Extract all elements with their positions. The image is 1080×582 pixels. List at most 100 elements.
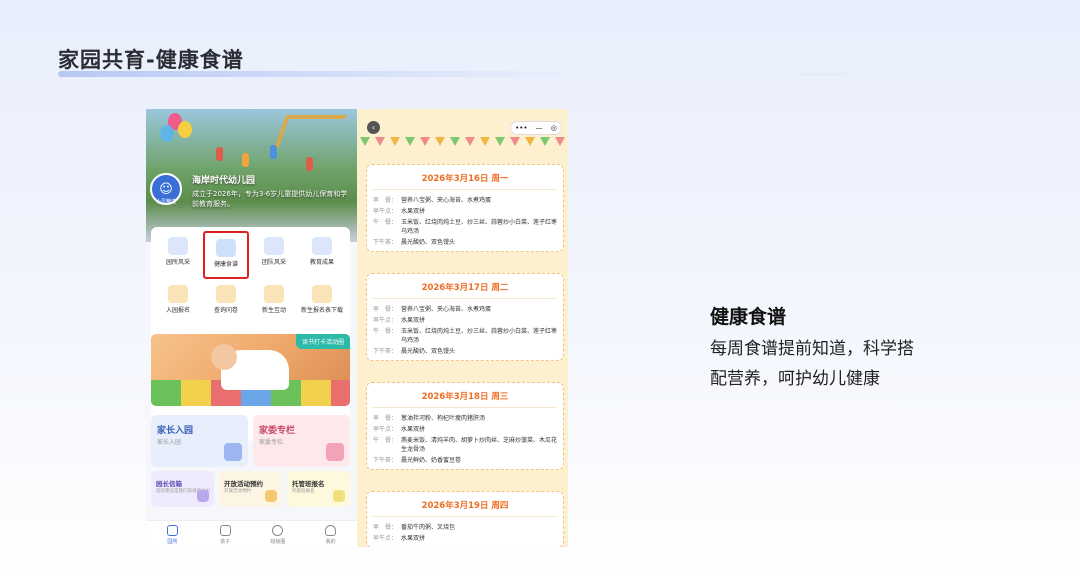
enroll-icon — [168, 285, 188, 303]
parent-icon — [224, 443, 242, 461]
meal-row: 午 餐： 燕麦米饭、清炖羊肉、胡萝卜炒肉丝、芝麻炒菠菜、木瓜花生龙骨汤 — [373, 437, 558, 453]
card-subtitle: 家委专栏 — [259, 439, 284, 446]
bunting-flag — [555, 137, 566, 146]
close-icon[interactable]: ◎ — [551, 124, 557, 132]
playground-slide — [271, 115, 347, 155]
teacher-icon — [312, 237, 332, 255]
grid-item-recipe[interactable]: 健康食谱 — [203, 231, 249, 279]
meal-row: 午 餐： 玉米饭、红烧肉炖土豆、炒三丝、蒜蓉炒小白菜、莲子红枣乌鸡汤 — [373, 219, 558, 235]
child-icon — [219, 525, 231, 536]
download-icon — [312, 285, 332, 303]
more-icon[interactable]: ••• — [515, 124, 527, 132]
meal-row: 下午茶： 晨光酸奶、双色馒头 — [373, 239, 456, 246]
daycare-card[interactable]: 托管班报名 托管班报名 — [287, 471, 350, 507]
menu-card-tuesday: 2026年3月17日 周二 早 餐： 营养八宝粥、夹心海苔、水煮鸡蛋 早午点： 水果… — [366, 273, 564, 361]
bunting-flag — [510, 137, 521, 146]
recipe-icon — [216, 239, 236, 257]
feature-title: 健康食谱 — [710, 306, 787, 328]
home-icon — [166, 525, 178, 536]
balloon — [178, 121, 192, 138]
reading-activity-banner[interactable]: 读书打卡活动圈 — [151, 334, 350, 406]
grid-item-label: 查询问卷 — [213, 307, 238, 314]
calendar-icon — [265, 490, 277, 502]
tab-mine[interactable]: 我的 — [304, 521, 357, 547]
bunting-flag — [449, 137, 460, 146]
bunting-flag — [525, 137, 536, 146]
card-subtitle: 开放活动预约 — [224, 489, 251, 494]
bunting-flag — [540, 137, 551, 146]
survey-icon — [216, 285, 236, 303]
tab-label: 园所 — [167, 539, 178, 545]
grid-item-label: 教育成果 — [309, 259, 334, 266]
card-subtitle: 家长入园 — [157, 439, 182, 446]
principal-mailbox-card[interactable]: 园长信箱 您的建议是我们前进的动力 — [151, 471, 214, 507]
bunting-flag — [359, 137, 370, 146]
grid-item-label: 新生报名表下载 — [300, 307, 343, 314]
meal-row: 午 餐： 玉米饭、红烧肉炖土豆、炒三丝、蒜蓉炒小白菜、莲子红枣乌鸡汤 — [373, 328, 558, 344]
menu-card-wednesday: 2026年3月18日 周三 早 餐： 葱油拌河粉、枸杞叶瘦肉猪肝汤 早午点： 水果双… — [366, 382, 564, 470]
child-head — [211, 344, 237, 370]
meal-row: 早午点： 水果双拼 — [373, 426, 426, 433]
grid-item-label: 新生互动 — [261, 307, 286, 314]
daycare-icon — [333, 490, 345, 502]
title-underline — [58, 71, 578, 77]
grid-item-label: 入园报名 — [165, 307, 190, 314]
card-title: 托管班报名 — [292, 480, 325, 488]
menu-date: 2026年3月17日 周二 — [373, 274, 557, 299]
child-figure — [306, 157, 313, 171]
menu-card-thursday: 2026年3月19日 周四 早 餐： 番茄牛肉粥、叉烧包 早午点： 水果双拼 — [366, 491, 564, 547]
home-screen: ☺ 小贝精选 海岸时代幼儿园 成立于2026年，专为3-6岁儿童提供幼儿保育和学… — [146, 109, 357, 547]
grid-item-enroll[interactable]: 入园报名 — [155, 279, 201, 327]
meal-row: 早 餐： 葱油拌河粉、枸杞叶瘦肉猪肝汤 — [373, 415, 486, 422]
bunting-flag — [495, 137, 506, 146]
team-icon — [264, 237, 284, 255]
bunting-flag — [419, 137, 430, 146]
tab-campus[interactable]: 园所 — [146, 521, 199, 547]
back-icon[interactable]: ‹ — [367, 121, 380, 134]
bunting-decoration — [357, 137, 568, 149]
grid-item-campus[interactable]: 园所风采 — [155, 231, 201, 279]
bunting-flag — [480, 137, 491, 146]
recipe-screen: ‹ ••• — ◎ 2026年3月16日 周一 早 餐： 营养八宝粥、夹心海苔、水… — [357, 109, 568, 547]
child-figure — [270, 145, 277, 159]
balloon — [160, 125, 174, 142]
grid-item-label: 园所风采 — [165, 259, 190, 266]
card-title: 园长信箱 — [156, 480, 182, 488]
school-logo-label: 小贝精选 — [155, 199, 176, 205]
tab-label: 孩子 — [220, 539, 231, 545]
title-underline-fade — [610, 73, 1030, 76]
compass-icon — [272, 525, 284, 536]
meal-row: 早午点： 水果双拼 — [373, 317, 426, 324]
building-icon — [168, 237, 188, 255]
meal-row: 早 餐： 营养八宝粥、夹心海苔、水煮鸡蛋 — [373, 197, 492, 204]
bunting-flag — [434, 137, 445, 146]
meal-row: 下午茶： 晨光鲜奶、奶香蜜豆卷 — [373, 457, 462, 464]
user-icon — [325, 525, 337, 536]
grid-item-education[interactable]: 教育成果 — [299, 231, 345, 279]
grid-item-label: 团队风采 — [261, 259, 286, 266]
banner-tag: 读书打卡活动圈 — [295, 334, 350, 349]
tab-class-circle[interactable]: 班级圈 — [252, 521, 305, 547]
mailbox-icon — [197, 490, 209, 502]
nav-bar: ‹ ••• — ◎ — [357, 109, 568, 139]
grid-item-survey[interactable]: 查询问卷 — [203, 279, 249, 327]
grid-item-team[interactable]: 团队风采 — [251, 231, 297, 279]
card-title: 家长入园 — [157, 426, 194, 436]
tab-child[interactable]: 孩子 — [199, 521, 252, 547]
menu-card-monday: 2026年3月16日 周一 早 餐： 营养八宝粥、夹心海苔、水煮鸡蛋 早午点： 水果… — [366, 164, 564, 252]
grid-item-download[interactable]: 新生报名表下载 — [299, 279, 345, 327]
committee-card[interactable]: 家委专栏 家委专栏 — [253, 415, 350, 467]
interaction-icon — [264, 285, 284, 303]
bunting-flag — [374, 137, 385, 146]
minimize-icon[interactable]: — — [536, 124, 543, 132]
open-activity-card[interactable]: 开放活动预约 开放活动预约 — [219, 471, 282, 507]
feature-description: 每周食谱提前知道，科学搭配营养，呵护幼儿健康 — [710, 339, 914, 389]
grid-item-interaction[interactable]: 新生互动 — [251, 279, 297, 327]
bunting-flag — [389, 137, 400, 146]
grid-item-label: 健康食谱 — [213, 261, 238, 268]
tab-label: 班级圈 — [270, 539, 286, 545]
tab-label: 我的 — [325, 539, 336, 545]
hero-banner: ☺ 小贝精选 海岸时代幼儿园 成立于2026年，专为3-6岁儿童提供幼儿保育和学… — [146, 109, 357, 242]
menu-date: 2026年3月19日 周四 — [373, 492, 557, 517]
parent-entry-card[interactable]: 家长入园 家长入园 — [151, 415, 248, 467]
